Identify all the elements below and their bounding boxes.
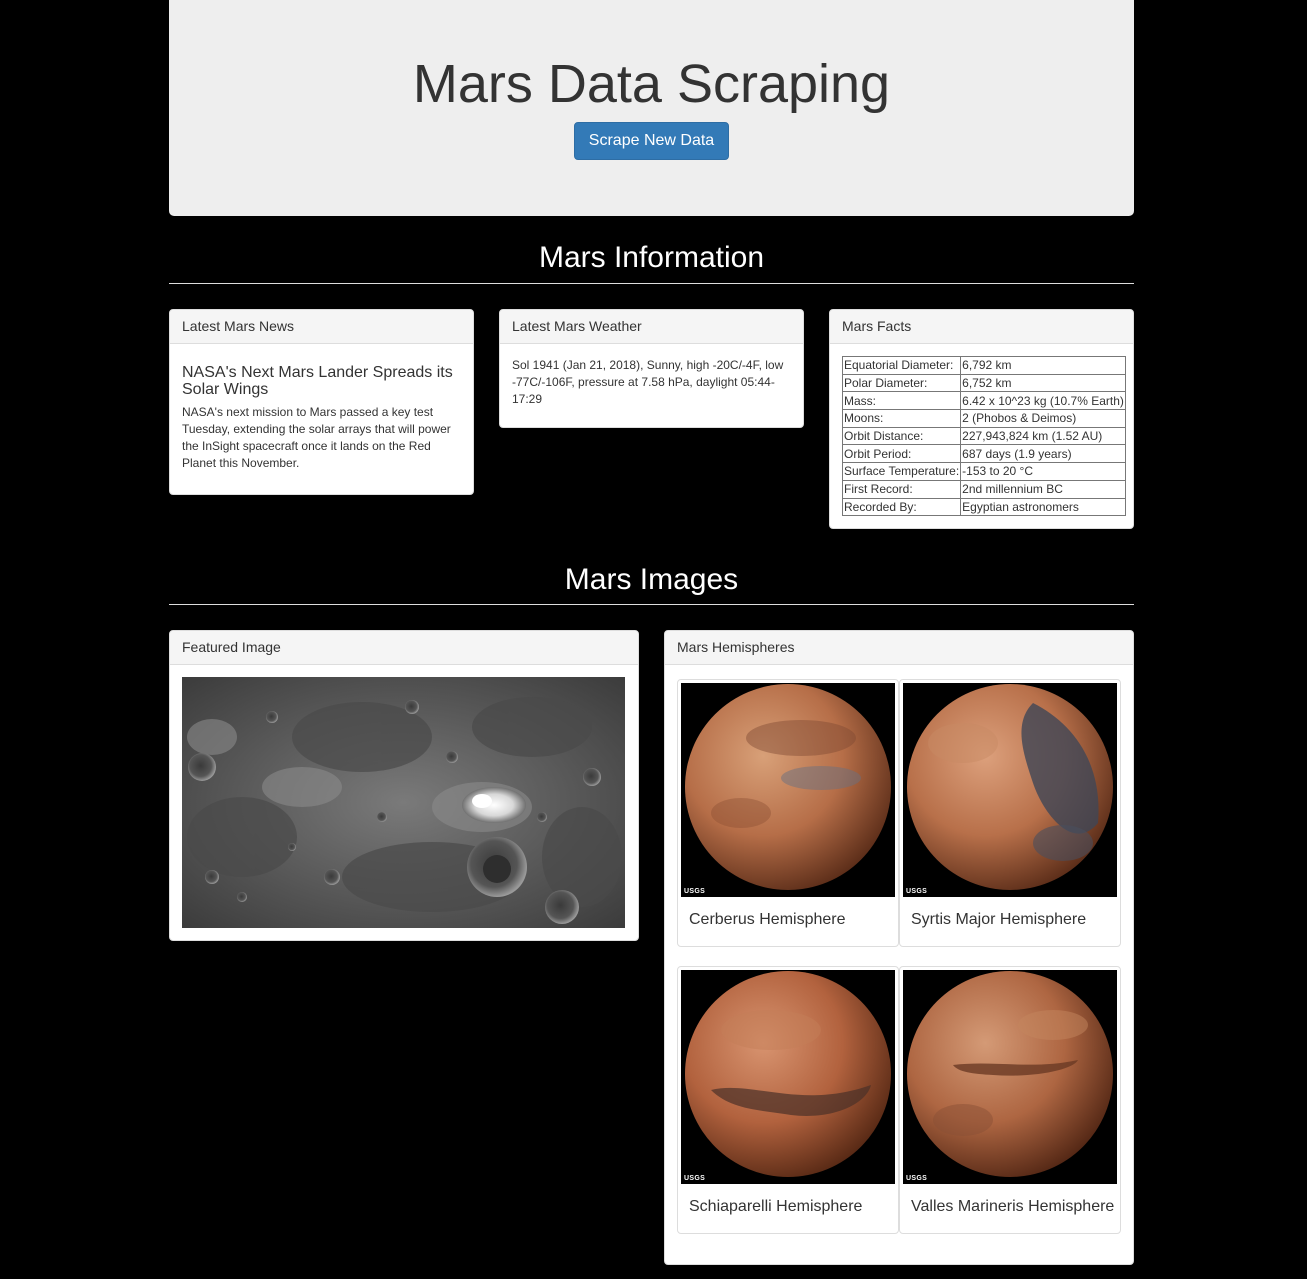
facts-label: Polar Diameter:: [841, 373, 962, 393]
facts-value: Egyptian astronomers: [960, 497, 1126, 517]
facts-label: Recorded By:: [841, 497, 962, 517]
facts-row: Recorded By: Egyptian astronomers: [841, 497, 1126, 517]
facts-row: Polar Diameter: 6,752 km: [841, 373, 1126, 393]
hemisphere-image[interactable]: USGS: [681, 970, 895, 1184]
facts-label: Equatorial Diameter:: [841, 356, 962, 375]
news-panel-body: NASA's Next Mars Lander Spreads its Sola…: [170, 344, 473, 487]
hemisphere-image[interactable]: USGS: [903, 683, 1117, 897]
weather-panel: Latest Mars Weather Sol 1941 (Jan 21, 20…: [499, 309, 804, 428]
images-section-title: Mars Images: [564, 563, 739, 596]
weather-panel-body: Sol 1941 (Jan 21, 2018), Sunny, high -20…: [500, 344, 803, 423]
facts-panel-heading: Mars Facts: [830, 310, 1133, 344]
facts-row: Equatorial Diameter: 6,792 km: [841, 356, 1126, 375]
info-section-header: Mars Information: [169, 241, 1134, 284]
news-paragraph: NASA's next mission to Mars passed a key…: [182, 405, 451, 470]
facts-row: Orbit Period: 687 days (1.9 years): [841, 444, 1126, 464]
hemisphere-title: Valles Marineris Hemisphere: [911, 1198, 1115, 1215]
usgs-logo: USGS: [684, 888, 706, 895]
featured-image-body: [170, 665, 638, 940]
news-panel: Latest Mars News NASA's Next Mars Lander…: [169, 309, 474, 495]
facts-row: First Record: 2nd millennium BC: [841, 479, 1126, 499]
hemisphere-card[interactable]: USGS Cerberus Hemisphere: [677, 679, 899, 947]
main-container: Mars Data Scraping Scrape New Data Mars …: [169, 0, 1134, 1265]
featured-image[interactable]: [182, 677, 625, 928]
facts-value: 687 days (1.9 years): [960, 444, 1126, 464]
hemisphere-card[interactable]: USGS Schiaparelli Hemisphere: [677, 966, 899, 1234]
usgs-logo: USGS: [906, 888, 928, 895]
hemisphere-card[interactable]: USGS Valles Marineris Hemisphere: [899, 966, 1121, 1234]
facts-value: 2 (Phobos & Deimos): [960, 409, 1126, 428]
images-section-divider: [169, 604, 1134, 605]
hemisphere-title: Cerberus Hemisphere: [689, 911, 846, 928]
hemisphere-card[interactable]: USGS Syrtis Major Hemisphere: [899, 679, 1121, 947]
facts-label: Moons:: [841, 409, 962, 428]
facts-label: Orbit Period:: [841, 444, 962, 464]
facts-value: 6,792 km: [960, 356, 1126, 375]
info-section-title: Mars Information: [538, 241, 765, 274]
facts-row: Orbit Distance: 227,943,824 km (1.52 AU): [841, 426, 1126, 446]
hemispheres-panel: Mars Hemispheres USGS Cerberus Hemispher…: [664, 630, 1134, 1265]
facts-row: Mass: 6.42 x 10^23 kg (10.7% Earth): [841, 391, 1126, 411]
facts-label: Surface Temperature:: [841, 462, 962, 481]
facts-value: 2nd millennium BC: [960, 479, 1126, 499]
featured-image-heading: Featured Image: [170, 631, 638, 665]
usgs-logo: USGS: [684, 1175, 706, 1182]
usgs-logo: USGS: [906, 1175, 928, 1182]
info-section-divider: [169, 283, 1134, 284]
facts-value: 6.42 x 10^23 kg (10.7% Earth): [960, 391, 1126, 411]
facts-value: 6,752 km: [960, 373, 1126, 393]
news-title: NASA's Next Mars Lander Spreads its Sola…: [182, 364, 453, 398]
facts-value: -153 to 20 °C: [960, 462, 1126, 481]
hemisphere-image[interactable]: USGS: [903, 970, 1117, 1184]
images-section-header: Mars Images: [169, 563, 1134, 605]
facts-value: 227,943,824 km (1.52 AU): [960, 426, 1126, 446]
facts-label: Mass:: [841, 391, 962, 411]
facts-row: Surface Temperature: -153 to 20 °C: [841, 462, 1126, 481]
facts-panel-body: Equatorial Diameter: 6,792 km Polar Diamet…: [830, 344, 1133, 528]
facts-table: Equatorial Diameter: 6,792 km Polar Diamet…: [841, 356, 1126, 517]
weather-text: Sol 1941 (Jan 21, 2018), Sunny, high -20…: [512, 358, 784, 406]
facts-panel: Mars Facts Equatorial Diameter: 6,792 km P…: [829, 309, 1134, 529]
facts-label: Orbit Distance:: [841, 426, 962, 446]
facts-row: Moons: 2 (Phobos & Deimos): [841, 409, 1126, 428]
page-title: Mars Data Scraping: [412, 54, 891, 114]
news-panel-heading: Latest Mars News: [170, 310, 473, 344]
hemisphere-title: Syrtis Major Hemisphere: [911, 911, 1087, 928]
weather-panel-heading: Latest Mars Weather: [500, 310, 803, 344]
facts-label: First Record:: [841, 479, 962, 499]
hemispheres-heading: Mars Hemispheres: [665, 631, 1133, 665]
featured-image-panel: Featured Image: [169, 630, 639, 941]
jumbotron-header: Mars Data Scraping Scrape New Data: [169, 0, 1134, 216]
hemisphere-image[interactable]: USGS: [681, 683, 895, 897]
hemisphere-title: Schiaparelli Hemisphere: [689, 1198, 863, 1215]
scrape-new-data-button[interactable]: Scrape New Data: [573, 122, 730, 160]
